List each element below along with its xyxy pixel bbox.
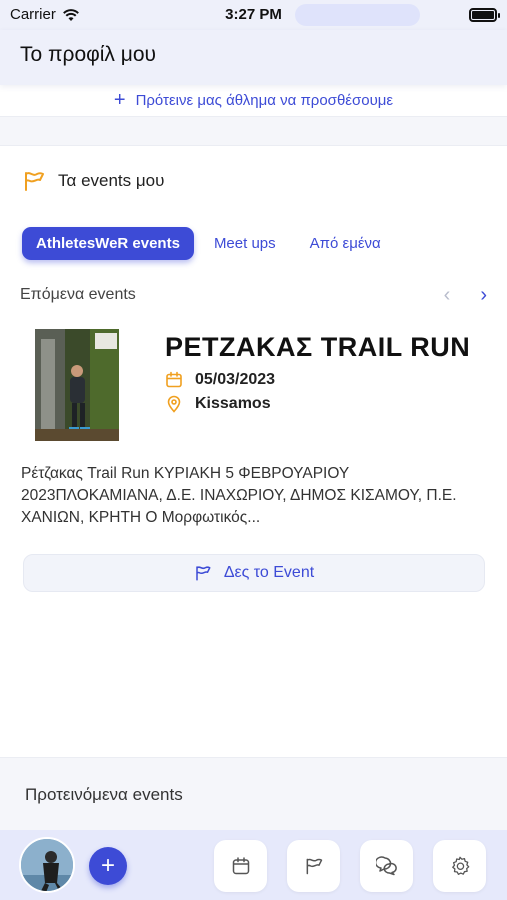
upcoming-pager: ‹ › (444, 285, 487, 305)
event-date-row: 05/03/2023 (165, 371, 275, 389)
my-events-heading: Τα events μου (22, 169, 164, 193)
location-pin-icon (167, 395, 181, 413)
tab-athleteswer-events[interactable]: AthletesWeR events (22, 227, 194, 260)
status-time: 3:27 PM (225, 6, 282, 23)
tab-chat[interactable] (360, 840, 413, 892)
event-photo (35, 329, 119, 441)
avatar-photo (21, 839, 73, 891)
recommended-events-title: Προτεινόμενα events (25, 785, 183, 804)
see-event-button[interactable]: Δες το Event (23, 554, 485, 592)
tab-meet-ups[interactable]: Meet ups (200, 227, 290, 260)
events-tabs: AthletesWeR events Meet ups Από εμένα (22, 227, 401, 260)
section-divider (0, 116, 507, 146)
upcoming-label: Επόμενα events (20, 286, 136, 303)
add-button[interactable]: + (89, 847, 127, 885)
flag-icon (306, 858, 322, 875)
see-event-label: Δες το Event (223, 564, 315, 581)
upcoming-row: Επόμενα events ‹ › (20, 285, 487, 305)
event-location: Kissamos (195, 395, 271, 412)
battery-icon (469, 8, 500, 22)
bottom-tab-bar: + (0, 830, 507, 900)
my-events-card: Τα events μου AthletesWeR events Meet up… (0, 147, 507, 757)
status-bar: Carrier 3:27 PM (0, 0, 507, 30)
avatar[interactable] (19, 837, 75, 893)
page-title: Το προφίλ μου (20, 43, 157, 66)
plus-icon: + (113, 89, 126, 111)
chevron-left-icon[interactable]: ‹ (444, 285, 451, 305)
gear-icon (451, 856, 469, 875)
recommended-events-section: Προτεινόμενα events (0, 757, 507, 837)
suggest-sport-link[interactable]: + Πρότεινε μας άθλημα να προσθέσουμε (0, 85, 507, 115)
chat-bubbles-icon (375, 856, 397, 876)
event-image[interactable] (35, 329, 119, 441)
tab-calendar[interactable] (214, 840, 267, 892)
nav-header: Το προφίλ μου (0, 30, 507, 85)
event-description: Ρέτζακας Trail Run ΚΥΡΙΑΚΗ 5 ΦΕΒΡΟΥΑΡΙΟΥ… (21, 465, 457, 526)
calendar-icon (166, 371, 182, 388)
event-date: 05/03/2023 (195, 371, 276, 388)
event-location-row: Kissamos (165, 395, 271, 413)
calendar-icon (232, 857, 249, 875)
event-title[interactable]: ΡΕΤΖΑΚΑΣ TRAIL RUN (165, 332, 470, 363)
chevron-right-icon[interactable]: › (480, 285, 487, 305)
suggest-sport-label: Πρότεινε μας άθλημα να προσθέσουμε (135, 91, 394, 109)
flag-icon (196, 566, 211, 581)
tab-events[interactable] (287, 840, 340, 892)
status-blur-pill (295, 4, 420, 26)
flag-icon (25, 172, 44, 191)
tab-settings[interactable] (433, 840, 486, 892)
my-events-title: Τα events μου (58, 171, 165, 190)
tab-from-me[interactable]: Από εμένα (296, 227, 395, 260)
